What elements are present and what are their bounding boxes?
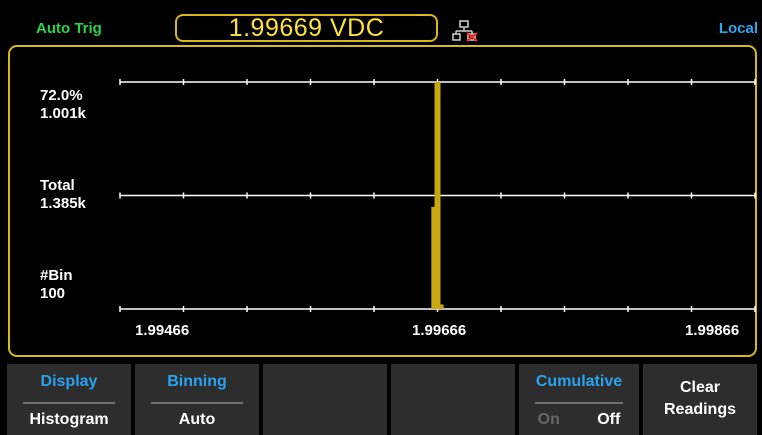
status-bar: Auto Trig 1.99669 VDC Local [0, 0, 762, 45]
softkey-value: Auto [178, 411, 216, 428]
histogram-chart [119, 79, 756, 312]
cumulative-options: On Off [519, 411, 639, 429]
softkey-title: Binning [167, 373, 227, 390]
clear-readings-label: Clear Readings [643, 377, 757, 421]
cumulative-off-option: Off [597, 411, 621, 428]
measurement-readout: 1.99669 VDC [175, 14, 438, 42]
cumulative-on-option: On [537, 411, 560, 428]
remote-state-label: Local [718, 20, 758, 37]
histogram-bar [437, 304, 444, 309]
binning-softkey[interactable]: Binning Auto [135, 364, 259, 435]
x-label-center: 1.99666 [412, 322, 467, 339]
y-label-total: Total 1.385k [40, 177, 86, 212]
empty-softkey-4[interactable] [391, 364, 515, 435]
trigger-mode-label: Auto Trig [36, 20, 102, 37]
x-label-max: 1.99866 [685, 322, 740, 339]
softkey-divider [535, 402, 623, 404]
softkey-value: Histogram [29, 411, 109, 428]
softkey-title: Display [40, 373, 98, 390]
x-label-min: 1.99466 [135, 322, 190, 339]
histogram-bar [434, 82, 441, 309]
display-softkey[interactable]: Display Histogram [7, 364, 131, 435]
y-label-max: 72.0% 1.001k [40, 87, 86, 122]
empty-softkey-3[interactable] [263, 364, 387, 435]
softkey-divider [151, 402, 243, 404]
clear-readings-softkey[interactable]: Clear Readings [643, 364, 757, 435]
network-disconnected-icon [452, 20, 478, 42]
softkey-divider [23, 402, 115, 404]
histogram-panel: 72.0% 1.001k Total 1.385k #Bin 100 1.994… [8, 45, 757, 357]
softkey-title: Cumulative [535, 373, 623, 390]
cumulative-softkey[interactable]: Cumulative On Off [519, 364, 639, 435]
softkey-bar: Display Histogram Binning Auto Cumulativ… [0, 364, 762, 435]
y-label-bins: #Bin 100 [40, 267, 73, 302]
clear-readings-text: Clear Readings [663, 379, 736, 418]
